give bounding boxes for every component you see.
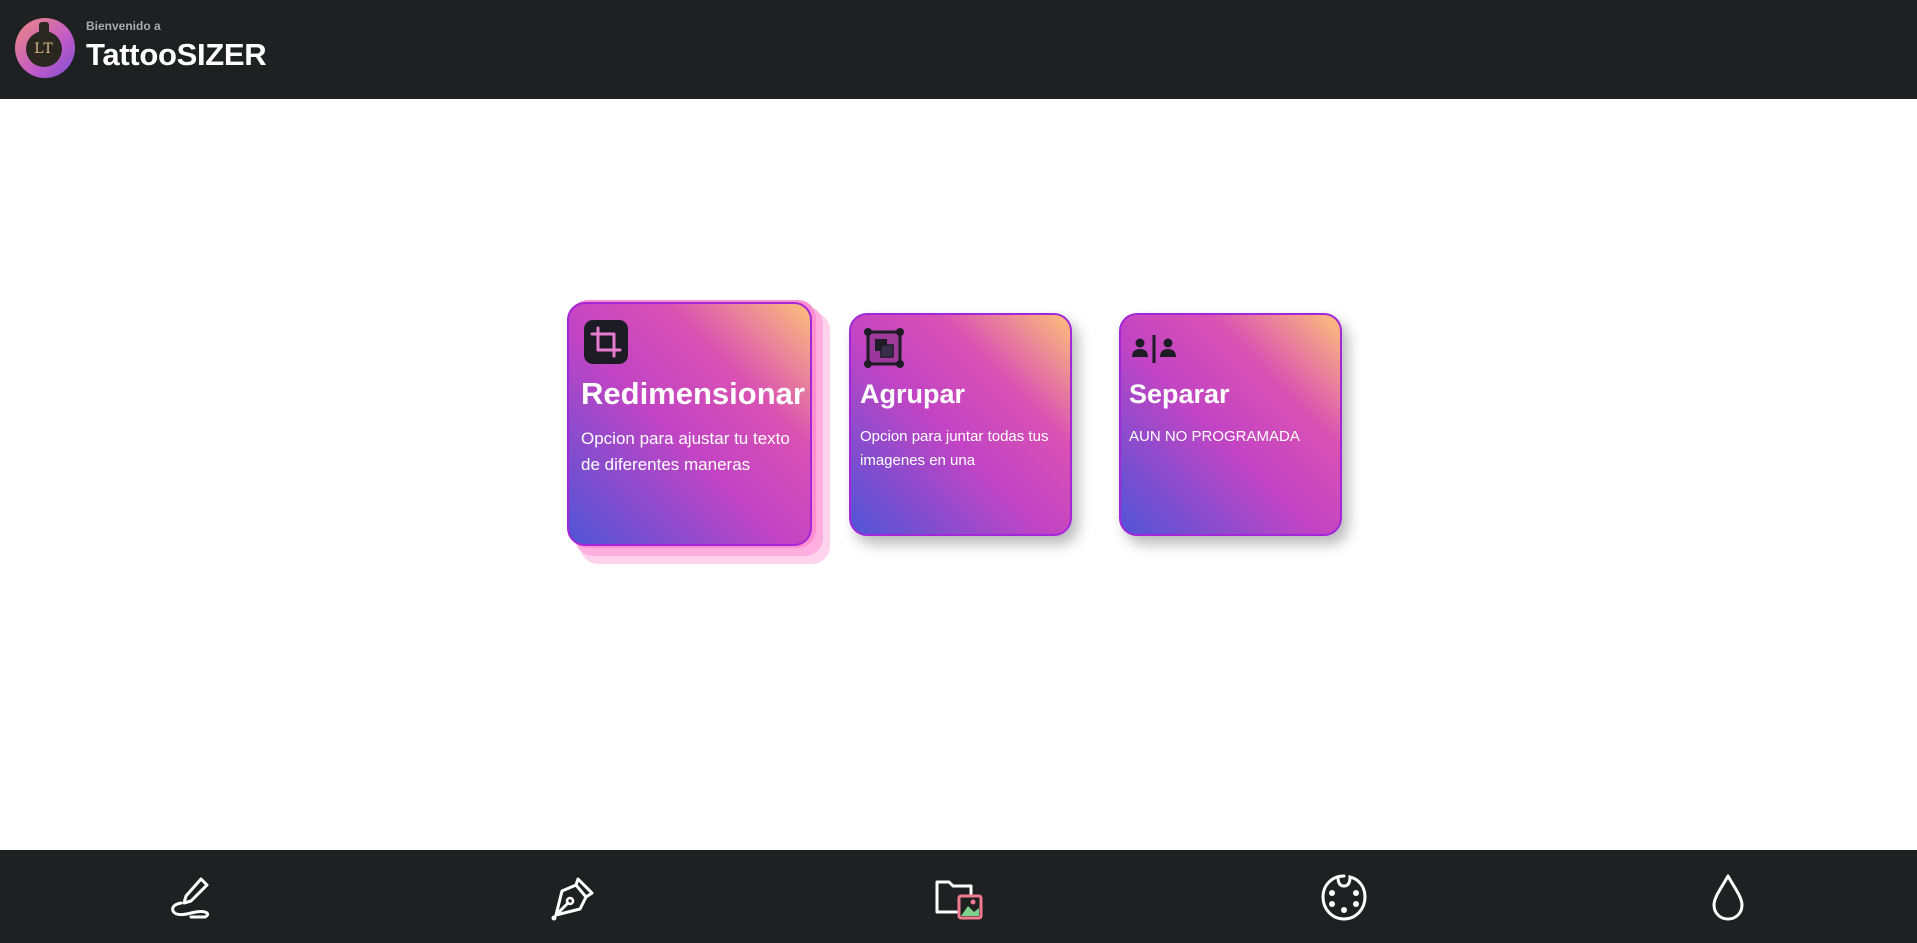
card-title: Separar bbox=[1129, 379, 1230, 409]
card-title: Redimensionar bbox=[581, 376, 805, 411]
ink-drop-icon[interactable] bbox=[1702, 872, 1754, 924]
folder-image-icon[interactable] bbox=[933, 872, 985, 924]
card-description: Opcion para ajustar tu texto de diferent… bbox=[581, 429, 790, 474]
card-separar[interactable]: Separar AUN NO PROGRAMADA bbox=[1119, 313, 1342, 536]
app-logo[interactable]: LT bbox=[15, 18, 75, 78]
logo-monogram: LT bbox=[26, 31, 62, 67]
palette-icon[interactable] bbox=[1318, 872, 1370, 924]
card-redimensionar-face[interactable]: Redimensionar Opcion para ajustar tu tex… bbox=[567, 302, 812, 546]
card-title: Agrupar bbox=[860, 379, 966, 409]
card-description: AUN NO PROGRAMADA bbox=[1129, 428, 1300, 445]
group-objects-icon bbox=[863, 327, 905, 369]
crop-icon bbox=[584, 320, 628, 364]
card-description: Opcion para juntar todas tus imagenes en… bbox=[860, 428, 1049, 469]
app-header: LT Bienvenido a TattooSIZER bbox=[0, 0, 1917, 99]
welcome-text: Bienvenido a bbox=[86, 19, 161, 33]
app-title: TattooSIZER bbox=[86, 37, 267, 72]
pen-nib-icon[interactable] bbox=[549, 872, 601, 924]
signature-icon[interactable] bbox=[166, 872, 218, 924]
split-people-icon bbox=[1130, 335, 1178, 365]
card-agrupar[interactable]: Agrupar Opcion para juntar todas tus ima… bbox=[849, 313, 1072, 536]
